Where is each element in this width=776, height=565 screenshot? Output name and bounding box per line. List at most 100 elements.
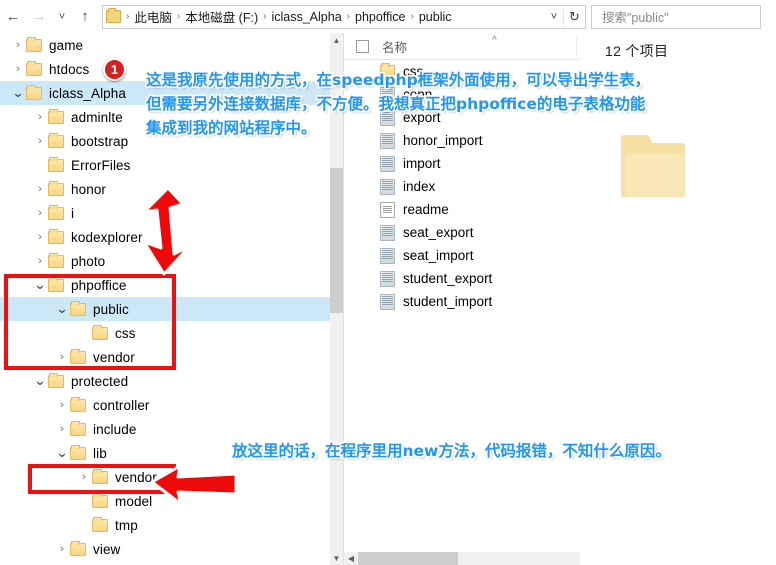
- folder-icon: [70, 348, 86, 364]
- breadcrumb-separator: ›: [126, 11, 130, 22]
- chevron-right-icon[interactable]: ›: [31, 111, 49, 123]
- tree-item-label: css: [115, 325, 136, 341]
- scroll-down-icon[interactable]: ▼: [330, 551, 343, 565]
- search-input[interactable]: 搜索"public": [591, 4, 761, 29]
- tree-item-label: bootstrap: [71, 133, 129, 149]
- tree-item-tmp[interactable]: tmp: [0, 513, 330, 537]
- file-name-label: index: [403, 179, 436, 194]
- refresh-icon[interactable]: ↻: [563, 8, 585, 25]
- tree-item-label: game: [49, 37, 84, 53]
- folder-icon: [92, 492, 108, 508]
- tree-item-model[interactable]: model: [0, 489, 330, 513]
- folder-icon: [70, 300, 86, 316]
- chevron-right-icon[interactable]: ›: [53, 399, 71, 411]
- tree-item-errorfiles[interactable]: ErrorFiles: [0, 153, 330, 177]
- tree-item-honor[interactable]: › honor: [0, 177, 330, 201]
- annotation-top-line-2: 集成到我的网站程序中。: [146, 119, 317, 137]
- tree-item-label: ErrorFiles: [71, 157, 131, 173]
- address-toolbar: ← → ˅ ↑ › 此电脑 › 本地磁盘 (F:) › iclass_Alpha…: [0, 0, 776, 33]
- chevron-down-icon[interactable]: ⌄: [31, 374, 49, 387]
- tree-item-photo[interactable]: › photo: [0, 249, 330, 273]
- tree-item-game[interactable]: › game: [0, 33, 330, 57]
- checkbox-icon[interactable]: [356, 39, 369, 53]
- chevron-down-icon[interactable]: ⌄: [53, 446, 71, 459]
- folder-icon: [48, 276, 64, 292]
- scrollbar-thumb[interactable]: [358, 552, 458, 565]
- folder-icon: [70, 540, 86, 556]
- tree-item-label: adminlte: [71, 109, 123, 125]
- tree-item-i[interactable]: › i: [0, 201, 330, 225]
- folder-icon: [70, 420, 86, 436]
- tree-item-label: model: [115, 493, 153, 509]
- folder-icon: [92, 324, 108, 340]
- chevron-down-icon[interactable]: ⌄: [31, 278, 49, 291]
- tree-item-vendor[interactable]: › vendor: [0, 345, 330, 369]
- tree-item-view[interactable]: › view: [0, 537, 330, 561]
- folder-icon: [48, 372, 64, 388]
- chevron-right-icon[interactable]: ›: [53, 351, 71, 363]
- tree-item-label: lib: [93, 445, 107, 461]
- recent-locations-button[interactable]: ˅: [52, 3, 72, 31]
- chevron-right-icon[interactable]: ›: [31, 183, 49, 195]
- tree-item-label: tmp: [115, 517, 138, 533]
- breadcrumb-item-3[interactable]: phpoffice: [353, 10, 408, 24]
- tree-item-phpoffice[interactable]: ⌄ phpoffice: [0, 273, 330, 297]
- up-button[interactable]: ↑: [72, 3, 98, 31]
- chevron-right-icon[interactable]: ›: [31, 231, 49, 243]
- text-file-icon: [380, 201, 395, 218]
- chevron-down-icon[interactable]: ⌄: [9, 86, 27, 99]
- chevron-right-icon[interactable]: ›: [53, 423, 71, 435]
- chevron-right-icon[interactable]: ›: [31, 135, 49, 147]
- breadcrumb-item-1[interactable]: 本地磁盘 (F:): [183, 7, 260, 26]
- folder-icon: [48, 252, 64, 268]
- breadcrumb-item-2[interactable]: iclass_Alpha: [269, 10, 343, 24]
- annotation-top-line-1: 但需要另外连接数据库，不方便。我想真正把phpoffice的电子表格功能: [146, 95, 646, 113]
- folder-icon: [92, 516, 108, 532]
- address-bar[interactable]: › 此电脑 › 本地磁盘 (F:) › iclass_Alpha › phpof…: [102, 4, 586, 29]
- tree-item-label: view: [93, 541, 121, 557]
- file-name-label: import: [403, 156, 441, 171]
- tree-item-controller[interactable]: › controller: [0, 393, 330, 417]
- chevron-down-icon[interactable]: ˅: [545, 11, 563, 23]
- tree-item-protected[interactable]: ⌄ protected: [0, 369, 330, 393]
- folder-icon: [26, 60, 42, 76]
- column-header-name[interactable]: 名称: [382, 37, 407, 56]
- tree-item-css[interactable]: css: [0, 321, 330, 345]
- breadcrumb-item-0[interactable]: 此电脑: [132, 7, 174, 26]
- breadcrumb-item-4[interactable]: public: [417, 10, 454, 24]
- annotation-top-line-0: 这是我原先使用的方式，在speedphp框架外面使用，可以导出学生表，: [146, 71, 651, 89]
- tree-item-include[interactable]: › include: [0, 417, 330, 441]
- column-divider[interactable]: [576, 37, 577, 56]
- back-button[interactable]: ←: [0, 3, 26, 31]
- scroll-left-icon[interactable]: ◀: [344, 554, 358, 563]
- chevron-right-icon[interactable]: ›: [31, 207, 49, 219]
- tree-item-label: vendor: [93, 349, 135, 365]
- php-file-icon: [380, 155, 395, 172]
- tree-item-label: protected: [71, 373, 129, 389]
- forward-button[interactable]: →: [26, 3, 52, 31]
- php-file-icon: [380, 247, 395, 264]
- file-name-label: student_export: [403, 271, 493, 286]
- chevron-right-icon[interactable]: ›: [75, 471, 93, 483]
- chevron-right-icon[interactable]: ›: [9, 63, 27, 75]
- folder-icon: [48, 180, 64, 196]
- scrollbar-thumb[interactable]: [330, 168, 343, 313]
- chevron-down-icon[interactable]: ⌄: [53, 302, 71, 315]
- tree-item-kodexplorer[interactable]: › kodexplorer: [0, 225, 330, 249]
- folder-icon: [70, 444, 86, 460]
- folder-icon: [48, 156, 64, 172]
- tree-item-vendor[interactable]: › vendor: [0, 465, 330, 489]
- file-name-label: readme: [403, 202, 449, 217]
- scroll-up-icon[interactable]: ▲: [330, 33, 343, 47]
- chevron-right-icon[interactable]: ›: [31, 255, 49, 267]
- tree-item-label: iclass_Alpha: [49, 85, 126, 101]
- tree-item-label: photo: [71, 253, 106, 269]
- folder-icon: [92, 468, 108, 484]
- tree-item-label: controller: [93, 397, 150, 413]
- tree-item-public[interactable]: ⌄ public: [0, 297, 330, 321]
- sort-ascending-icon: ^: [492, 35, 497, 46]
- folder-icon: [48, 132, 64, 148]
- tree-item-label: phpoffice: [71, 277, 127, 293]
- chevron-right-icon[interactable]: ›: [53, 543, 71, 555]
- chevron-right-icon[interactable]: ›: [9, 39, 27, 51]
